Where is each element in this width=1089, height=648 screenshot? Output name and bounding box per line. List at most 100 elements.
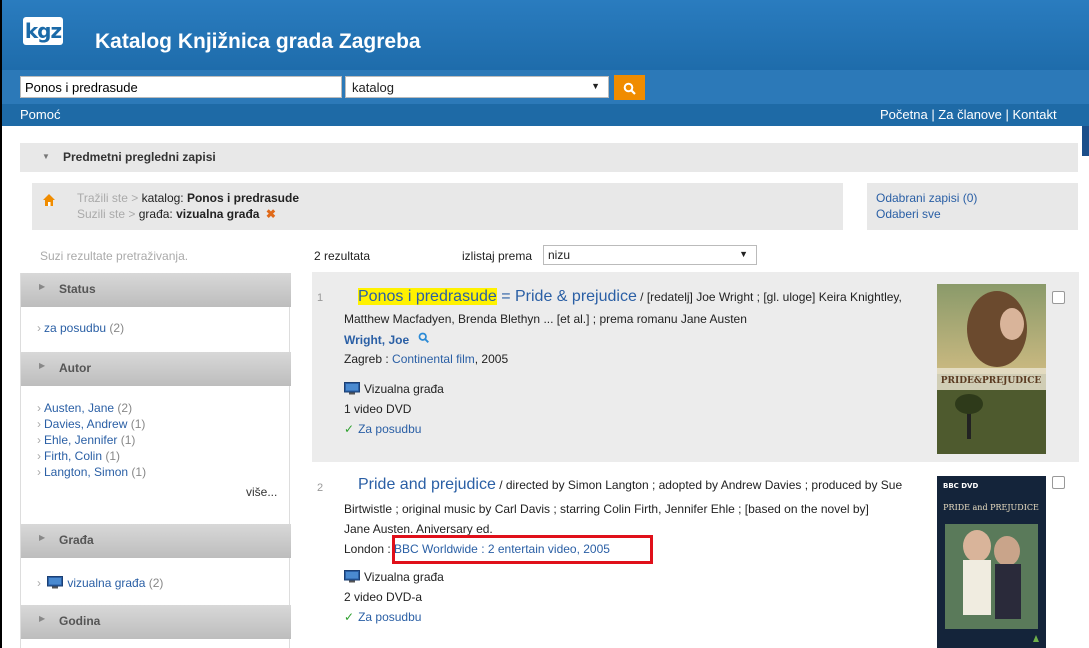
site-logo[interactable]: kgz (23, 17, 63, 45)
facet-item-ehle[interactable]: › Ehle, Jennifer (1) (37, 433, 135, 447)
material-label: Vizualna građa (364, 382, 444, 396)
remove-filter-icon[interactable]: ✖ (266, 207, 276, 221)
facet-material-header[interactable]: ▶ Građa (21, 524, 291, 558)
extent: 1 video DVD (344, 402, 412, 416)
extent: 2 video DVD-a (344, 590, 423, 604)
expand-triangle-icon: ▶ (39, 614, 46, 623)
chevron-right-icon: > (131, 191, 142, 205)
narrowed-field: građa: (138, 207, 173, 221)
monitor-icon (344, 570, 360, 583)
facet-item-za-posudbu[interactable]: › za posudbu (2) (37, 321, 124, 335)
result-number: 2 (317, 482, 324, 494)
publication-line: Zagreb : Continental film, 2005 (344, 352, 508, 366)
selected-records-link[interactable]: Odabrani zapisi (0) (876, 191, 977, 205)
facet-item-count: (1) (105, 449, 121, 463)
searched-value: Ponos i predrasude (186, 191, 299, 205)
responsibility-line: Jane Austen. Aniversary ed. (344, 522, 493, 536)
cover-brand: BBC DVD (943, 482, 978, 490)
subjects-panel-toggle[interactable]: ▼ Predmetni pregledni zapisi (20, 143, 1078, 172)
home-icon[interactable] (42, 193, 56, 207)
chevron-right-icon: › (37, 321, 41, 335)
responsibility-line: / [redatelj] Joe Wright ; [gl. uloge] Ke… (636, 290, 902, 304)
facet-item-count: (1) (131, 465, 147, 479)
checkmark-icon: ✓ (344, 422, 355, 436)
site-title: Katalog Knjižnica grada Zagreba (95, 30, 421, 53)
select-all-link[interactable]: Odaberi sve (876, 207, 941, 221)
availability[interactable]: ✓ Za posudbu (344, 610, 421, 624)
expand-triangle-icon: ▶ (39, 361, 46, 370)
checkmark-icon: ✓ (344, 610, 355, 624)
chevron-right-icon: › (37, 433, 41, 447)
search-input[interactable] (20, 76, 342, 98)
publisher-link[interactable]: Continental film (392, 352, 475, 366)
facet-item-label: Langton, Simon (44, 465, 129, 479)
material-type: Vizualna građa (344, 570, 444, 584)
searched-field: katalog: (141, 191, 184, 205)
searched-label: Tražili ste (77, 191, 128, 205)
subjects-label: Predmetni pregledni zapisi (63, 150, 216, 164)
availability-label: Za posudbu (358, 422, 422, 436)
dropdown-arrow-icon: ▼ (591, 81, 600, 91)
facet-title: Građa (59, 533, 94, 547)
sort-label: izlistaj prema (462, 249, 533, 263)
monitor-icon (344, 382, 360, 395)
sort-value: nizu (548, 248, 571, 262)
help-link[interactable]: Pomoć (20, 107, 60, 122)
title-highlight: Ponos i predrasude (358, 288, 497, 305)
facet-item-davies[interactable]: › Davies, Andrew (1) (37, 417, 145, 431)
facet-item-count: (2) (109, 321, 125, 335)
result-number: 1 (317, 292, 324, 304)
select-checkbox[interactable] (1052, 291, 1065, 304)
author-name: Wright, Joe (344, 333, 410, 347)
responsibility-line: Matthew Macfadyen, Brenda Blethyn ... [e… (344, 312, 747, 326)
facet-title: Godina (59, 614, 101, 628)
facet-status-header[interactable]: ▶ Status (21, 273, 291, 307)
sort-select[interactable]: nizu ▼ (543, 245, 757, 265)
expand-triangle-icon: ▶ (39, 533, 46, 542)
collapse-triangle-icon: ▼ (42, 152, 50, 161)
narrowed-value: vizualna građa (176, 207, 260, 221)
facet-item-label: za posudbu (44, 321, 107, 335)
top-nav-links[interactable]: Početna | Za članove | Kontakt (880, 107, 1057, 122)
sidebar-heading: Suzi rezultate pretraživanja. (40, 249, 189, 263)
search-button[interactable] (614, 75, 645, 100)
facet-item-austen[interactable]: › Austen, Jane (2) (37, 401, 132, 415)
results-count: 2 rezultata (314, 249, 371, 263)
facet-item-label: vizualna građa (67, 576, 146, 590)
facet-sidebar: ▶ Status › za posudbu (2) ▶ Autor › Austen… (20, 273, 291, 648)
nav-row: Pomoć Početna | Za članove | Kontakt (2, 104, 1089, 126)
cover-image[interactable]: PRIDE&PREJUDICE (937, 284, 1046, 454)
facet-more-link[interactable]: više... (246, 485, 277, 499)
search-icon[interactable] (415, 332, 430, 347)
result-item: 1 Ponos i predrasude = Pride & prejudice… (312, 272, 1079, 462)
author-link[interactable]: Wright, Joe (344, 332, 430, 347)
facet-item-label: Firth, Colin (44, 449, 103, 463)
material-label: Vizualna građa (364, 570, 444, 584)
facet-author-header[interactable]: ▶ Autor (21, 352, 291, 386)
facet-item-count: (2) (148, 576, 164, 590)
chevron-right-icon: › (37, 465, 41, 479)
title-rest: = Pride & prejudice (496, 288, 637, 305)
chevron-right-icon: › (37, 401, 41, 415)
facet-title: Autor (59, 361, 91, 375)
select-checkbox[interactable] (1052, 476, 1065, 489)
breadcrumb: Tražili ste > katalog: Ponos i predrasud… (32, 183, 843, 230)
cover-image[interactable]: BBC DVD PRIDE and PREJUDICE (937, 476, 1046, 648)
facet-item-count: (1) (120, 433, 136, 447)
result-title[interactable]: Pride and prejudice / directed by Simon … (358, 476, 902, 494)
facet-item-vizualna-grada[interactable]: › vizualna građa (2) (37, 576, 163, 590)
result-title[interactable]: Ponos i predrasude = Pride & prejudice /… (358, 288, 902, 306)
facet-item-langton[interactable]: › Langton, Simon (1) (37, 465, 146, 479)
chevron-right-icon: › (37, 449, 41, 463)
expand-triangle-icon: ▶ (39, 282, 46, 291)
pub-place: Zagreb : (344, 352, 393, 366)
facet-item-firth[interactable]: › Firth, Colin (1) (37, 449, 120, 463)
availability[interactable]: ✓ Za posudbu (344, 422, 421, 436)
search-icon (623, 82, 636, 95)
title-text: Pride and prejudice (358, 476, 496, 493)
facet-item-count: (1) (130, 417, 146, 431)
facet-year-header[interactable]: ▶ Godina (21, 605, 291, 639)
header-edge (1082, 126, 1089, 156)
search-scope-select[interactable]: katalog ▼ (345, 76, 609, 98)
facet-item-label: Ehle, Jennifer (44, 433, 118, 447)
